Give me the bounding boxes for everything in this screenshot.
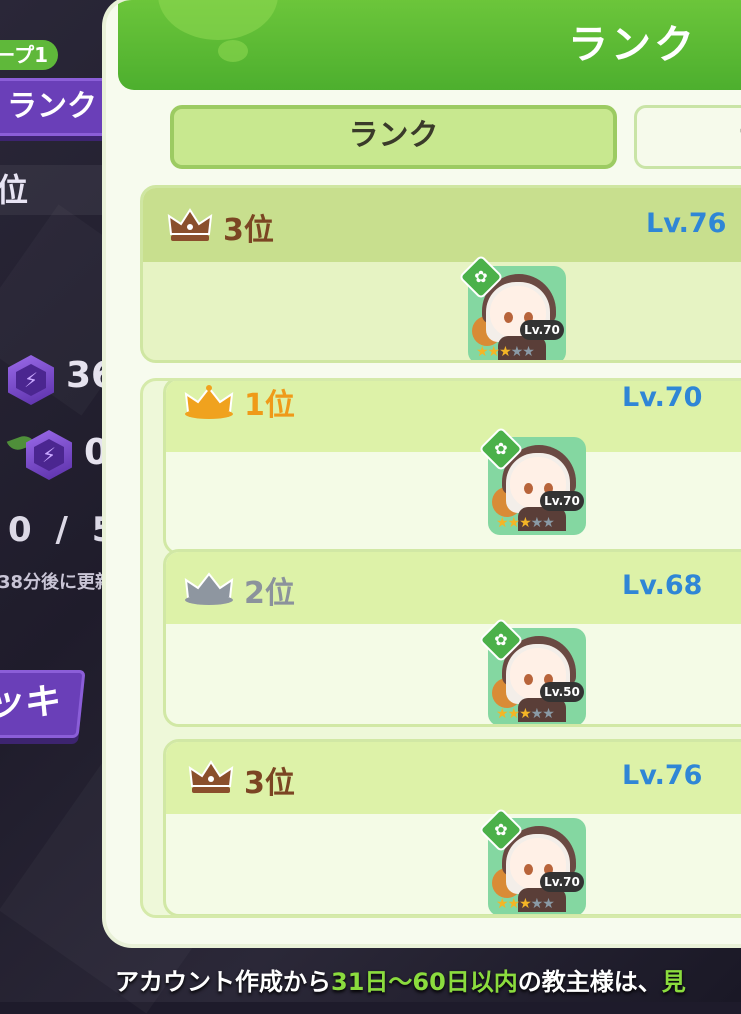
star-rating: ★★★★★ bbox=[476, 344, 535, 360]
banner-suffix: の教主様は、 bbox=[517, 968, 662, 996]
bronze-crown-icon bbox=[188, 760, 234, 793]
character-level-badge: Lv.70 bbox=[540, 872, 584, 892]
gem-icon: ⚡ bbox=[26, 430, 72, 480]
character-level-badge: Lv.50 bbox=[540, 682, 584, 702]
rank-button[interactable]: ランク bbox=[0, 78, 108, 136]
gold-crown-icon bbox=[184, 385, 234, 419]
rank-level: Lv.70 bbox=[622, 382, 703, 413]
silver-crown-icon bbox=[184, 572, 234, 605]
my-rank-level: Lv.76 bbox=[646, 208, 727, 239]
ranking-row[interactable]: 2位 Lv.68 Lv.50 ★★★★★ ✿ bbox=[163, 549, 741, 727]
character-level-badge: Lv.70 bbox=[520, 320, 564, 340]
gem-value: 36 bbox=[66, 355, 110, 396]
rank-text: 2位 bbox=[244, 576, 295, 611]
banner-tail: 見 bbox=[661, 968, 686, 996]
tab-rank[interactable]: ランク bbox=[170, 105, 617, 169]
ranking-row[interactable]: 3位 Lv.76 Lv.70 ★★★★★ ✿ bbox=[163, 739, 741, 915]
attempt-count: 0 / 5 bbox=[8, 510, 122, 550]
event-banner: アカウント作成から31日～60日以内の教主様は、見 bbox=[115, 962, 686, 997]
ranking-row[interactable]: 1位 Lv.70 Lv.70 ★★★★★ ✿ bbox=[163, 381, 741, 555]
position-label: 位 bbox=[0, 165, 106, 215]
group-label: ープ1 bbox=[0, 40, 58, 70]
modal-header: ランク bbox=[118, 0, 741, 90]
rank-text: 3位 bbox=[244, 766, 295, 801]
rank-modal: ランク ランク ラ 3位 Lv.76 Lv.70 ★★★★★ ✿ bbox=[106, 0, 741, 944]
banner-prefix: アカウント作成から bbox=[115, 968, 331, 996]
rank-level: Lv.76 bbox=[622, 760, 703, 791]
my-rank-card[interactable]: 3位 Lv.76 Lv.70 ★★★★★ ✿ bbox=[140, 185, 741, 363]
tab-other[interactable]: ラ bbox=[634, 105, 741, 169]
my-rank-text: 3位 bbox=[223, 213, 274, 248]
rank-level: Lv.68 bbox=[622, 570, 703, 601]
update-note: 38分後に更新 bbox=[0, 572, 108, 593]
banner-highlight: 31日～60日以内 bbox=[331, 968, 518, 996]
character-level-badge: Lv.70 bbox=[540, 491, 584, 511]
star-rating: ★★★★★ bbox=[496, 706, 555, 722]
star-rating: ★★★★★ bbox=[496, 896, 555, 912]
ranking-list: 1位 Lv.70 Lv.70 ★★★★★ ✿ 2位 Lv.68 Lv.50 ★★… bbox=[140, 378, 741, 918]
modal-title: ランク bbox=[568, 22, 697, 68]
star-rating: ★★★★★ bbox=[496, 515, 555, 531]
deck-button[interactable]: ッキ bbox=[0, 670, 86, 738]
bronze-crown-icon bbox=[167, 208, 213, 241]
rank-text: 1位 bbox=[244, 388, 295, 423]
